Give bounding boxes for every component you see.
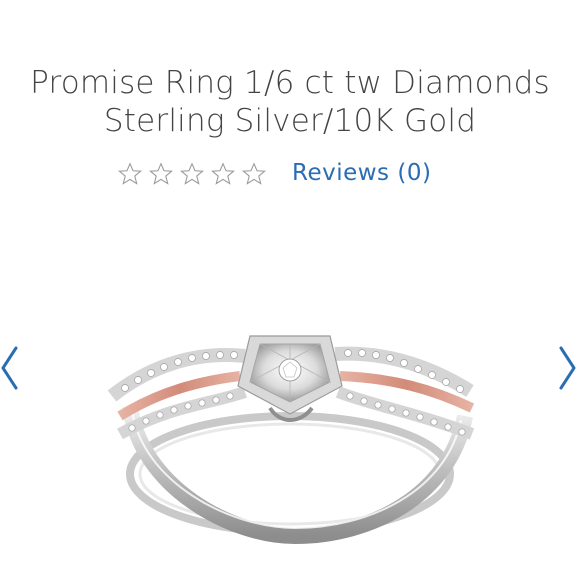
reviews-link[interactable]: Reviews (0) — [292, 158, 431, 188]
star-outline-icon — [148, 162, 174, 185]
chevron-right-icon[interactable] — [556, 346, 578, 390]
star-rating — [117, 161, 267, 187]
star-outline-icon — [117, 162, 143, 185]
product-title-line-2: Sterling Silver/10K Gold — [103, 103, 477, 139]
chevron-left-icon[interactable] — [0, 346, 22, 390]
star-outline-icon — [241, 162, 267, 185]
product-title-line-1: Promise Ring 1/6 ct tw Diamonds — [30, 65, 550, 101]
star-outline-icon — [210, 162, 236, 185]
rating-row: Reviews (0) — [0, 156, 580, 192]
product-image-ring — [107, 335, 475, 545]
star-outline-icon — [179, 162, 205, 185]
product-title: Promise Ring 1/6 ct tw Diamonds Sterling… — [0, 64, 580, 140]
